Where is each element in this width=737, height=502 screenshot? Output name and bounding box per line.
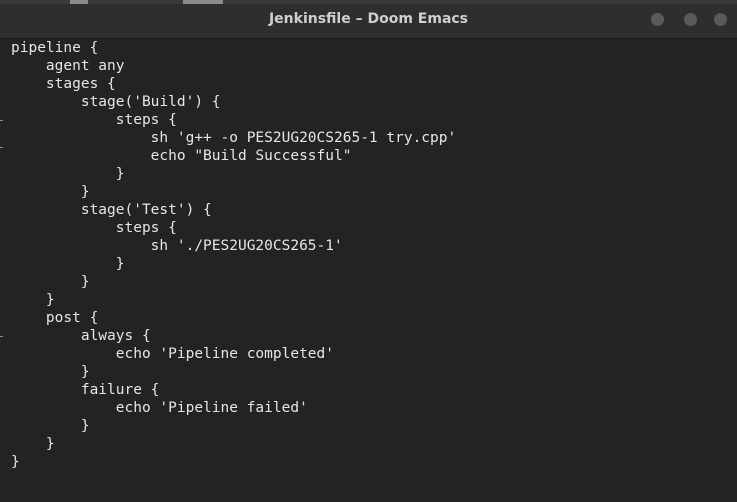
code-line[interactable]: sh 'g++ -o PES2UG20CS265-1 try.cpp'	[11, 129, 457, 147]
code-line[interactable]: }	[11, 273, 90, 291]
code-line[interactable]: }	[11, 183, 90, 201]
code-line[interactable]: agent any	[11, 57, 125, 75]
close-button[interactable]	[714, 13, 727, 26]
code-line[interactable]: failure {	[11, 381, 160, 399]
code-line[interactable]: echo "Build Successful"	[11, 147, 352, 165]
code-line[interactable]: }	[11, 453, 20, 471]
editor-buffer[interactable]: pipeline { agent any stages { stage('Bui…	[0, 39, 737, 502]
title-bar[interactable]: Jenkinsfile – Doom Emacs	[0, 0, 737, 39]
code-line[interactable]: steps {	[11, 111, 177, 129]
minimize-button[interactable]	[651, 13, 664, 26]
code-line[interactable]: pipeline {	[11, 39, 98, 57]
code-line[interactable]: stage('Build') {	[11, 93, 221, 111]
code-line[interactable]: echo 'Pipeline failed'	[11, 399, 308, 417]
emacs-window: Jenkinsfile – Doom Emacs pipeline { agen…	[0, 0, 737, 502]
code-line[interactable]: }	[11, 417, 90, 435]
code-line[interactable]: }	[11, 435, 55, 453]
code-line[interactable]: }	[11, 363, 90, 381]
code-line[interactable]: stage('Test') {	[11, 201, 212, 219]
code-line[interactable]: echo 'Pipeline completed'	[11, 345, 334, 363]
fringe-marker	[0, 147, 3, 148]
code-line[interactable]: post {	[11, 309, 98, 327]
code-line[interactable]: stages {	[11, 75, 116, 93]
code-line[interactable]: sh './PES2UG20CS265-1'	[11, 237, 343, 255]
code-line[interactable]: always {	[11, 327, 151, 345]
fringe-marker	[0, 336, 3, 337]
code-line[interactable]: }	[11, 255, 125, 273]
window-title: Jenkinsfile – Doom Emacs	[268, 11, 469, 27]
code-line[interactable]: steps {	[11, 219, 177, 237]
fringe-marker	[0, 120, 3, 121]
code-line[interactable]: }	[11, 291, 55, 309]
code-line[interactable]: }	[11, 165, 125, 183]
maximize-button[interactable]	[684, 13, 697, 26]
